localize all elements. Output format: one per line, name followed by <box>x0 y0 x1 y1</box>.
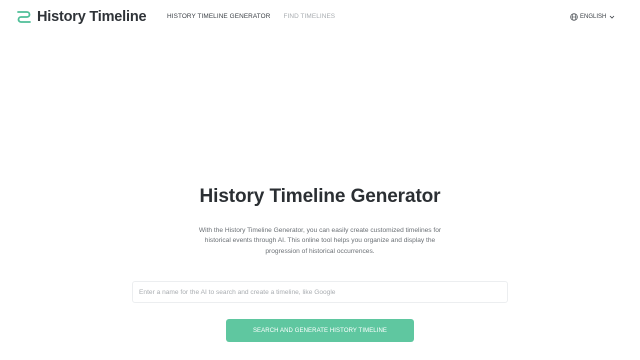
site-header: History Timeline HISTORY TIMELINE GENERA… <box>0 0 640 34</box>
nav-link-history-timeline-generator[interactable]: HISTORY TIMELINE GENERATOR <box>167 13 270 21</box>
language-selector[interactable]: ENGLISH <box>556 6 626 28</box>
nav-link-find-timelines[interactable]: FIND TIMELINES <box>283 13 335 21</box>
main-nav: HISTORY TIMELINE GENERATOR FIND TIMELINE… <box>167 13 335 21</box>
globe-icon <box>570 13 578 21</box>
site-logo[interactable]: History Timeline <box>16 8 147 26</box>
page-description: With the History Timeline Generator, you… <box>198 227 442 255</box>
logo-text: History Timeline <box>37 9 147 25</box>
page-title: History Timeline Generator <box>199 186 441 207</box>
page: History Timeline HISTORY TIMELINE GENERA… <box>0 0 640 360</box>
language-label: ENGLISH <box>580 14 607 20</box>
timeline-logo-icon <box>17 11 31 23</box>
timeline-search-input[interactable] <box>132 281 508 303</box>
search-and-generate-button[interactable]: SEARCH AND GENERATE HISTORY TIMELINE <box>226 319 414 342</box>
chevron-down-icon <box>610 15 615 19</box>
